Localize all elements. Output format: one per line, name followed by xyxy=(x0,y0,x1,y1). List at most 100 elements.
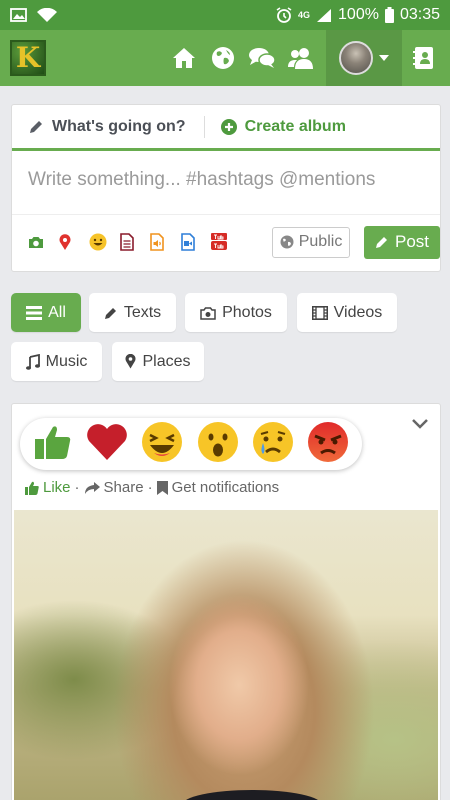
camera-icon xyxy=(29,237,43,248)
youtube-icon xyxy=(211,233,228,250)
notifications-label: Get notifications xyxy=(171,479,280,496)
globe-icon xyxy=(211,47,234,69)
share-button[interactable]: Share xyxy=(84,479,144,496)
like-button[interactable]: Like xyxy=(25,479,71,496)
privacy-label: Public xyxy=(298,233,343,250)
reaction-love[interactable] xyxy=(86,423,128,466)
friends-button[interactable] xyxy=(281,30,320,86)
address-book-icon xyxy=(413,47,433,69)
composer-tabs: What's going on? Create album xyxy=(12,105,440,151)
add-file-button[interactable] xyxy=(119,230,151,254)
thumbs-up-icon xyxy=(25,481,39,495)
privacy-selector[interactable]: Public xyxy=(272,226,351,258)
thumbs-up-icon xyxy=(34,425,70,459)
filter-places-label: Places xyxy=(142,352,191,370)
map-pin-icon xyxy=(126,354,136,369)
photo-detail xyxy=(182,790,322,800)
pencil-icon xyxy=(30,120,42,133)
reaction-sad[interactable] xyxy=(252,421,294,468)
filter-texts-label: Texts xyxy=(123,303,162,321)
pencil-icon xyxy=(375,237,387,248)
map-pin-icon xyxy=(59,233,71,250)
filter-music-label: Music xyxy=(45,352,88,370)
post-options-button[interactable] xyxy=(412,416,428,434)
filter-photos-label: Photos xyxy=(222,303,272,321)
chevron-down-icon xyxy=(412,419,428,429)
camera-icon xyxy=(200,306,216,320)
home-icon xyxy=(172,48,195,68)
laughing-face-icon xyxy=(142,421,183,462)
filter-places[interactable]: Places xyxy=(112,342,204,381)
audio-file-icon xyxy=(150,233,165,251)
main-nav xyxy=(164,30,450,86)
add-feeling-button[interactable] xyxy=(89,230,120,254)
wifi-icon xyxy=(37,7,57,23)
music-note-icon xyxy=(25,353,40,370)
caret-down-icon xyxy=(379,55,389,61)
reaction-wow[interactable] xyxy=(197,421,239,468)
like-label: Like xyxy=(43,479,71,496)
notifications-button[interactable]: Get notifications xyxy=(156,479,280,496)
gallery-notification-icon xyxy=(10,8,27,22)
filter-videos[interactable]: Videos xyxy=(297,293,397,332)
post-photo[interactable] xyxy=(14,510,438,800)
tab-status-label: What's going on? xyxy=(52,117,186,135)
post-composer: What's going on? Create album Write some… xyxy=(11,104,441,272)
post-text-input[interactable]: Write something... #hashtags @mentions xyxy=(12,151,440,215)
reaction-like[interactable] xyxy=(33,422,73,467)
post-actions: Like · Share · Get notifications xyxy=(25,479,279,496)
status-bar: 4G 100% 03:35 xyxy=(0,0,450,30)
angry-face-icon xyxy=(308,421,349,462)
heart-icon xyxy=(87,423,127,460)
add-location-button[interactable] xyxy=(59,230,90,254)
separator: · xyxy=(147,479,153,496)
surprised-face-icon xyxy=(197,421,238,462)
signal-icon xyxy=(316,8,332,23)
reaction-haha[interactable] xyxy=(141,421,183,468)
filter-texts[interactable]: Texts xyxy=(89,293,176,332)
add-youtube-button[interactable] xyxy=(211,230,242,254)
add-photo-button[interactable] xyxy=(28,230,59,254)
plus-circle-icon xyxy=(220,118,237,135)
reaction-angry[interactable] xyxy=(307,421,349,468)
add-audio-button[interactable] xyxy=(150,230,181,254)
share-arrow-icon xyxy=(84,481,100,494)
app-header: K xyxy=(0,30,450,86)
globe-icon xyxy=(280,235,294,249)
app-logo[interactable]: K xyxy=(10,40,46,76)
clock: 03:35 xyxy=(399,6,440,23)
bookmark-icon xyxy=(156,480,168,495)
composer-toolbar: Public Post xyxy=(12,215,440,269)
tab-create-album-label: Create album xyxy=(244,117,346,135)
home-button[interactable] xyxy=(164,30,203,86)
contacts-button[interactable] xyxy=(402,30,446,86)
battery-icon xyxy=(384,7,394,23)
smiley-icon xyxy=(89,233,107,251)
filter-all-label: All xyxy=(48,303,66,321)
film-icon xyxy=(311,305,328,320)
filter-all[interactable]: All xyxy=(11,293,81,332)
video-file-icon xyxy=(181,233,195,251)
network-type-label: 4G xyxy=(298,9,311,20)
explore-button[interactable] xyxy=(203,30,242,86)
separator: · xyxy=(74,479,80,496)
alarm-icon xyxy=(276,7,292,23)
profile-menu-button[interactable] xyxy=(326,30,402,86)
messages-button[interactable] xyxy=(242,30,281,86)
post-card: Like · Share · Get notifications xyxy=(11,403,441,800)
filter-videos-label: Videos xyxy=(333,303,383,321)
users-icon xyxy=(287,48,313,69)
tab-create-album[interactable]: Create album xyxy=(203,115,346,138)
list-icon xyxy=(26,305,43,320)
avatar xyxy=(339,41,373,75)
add-video-button[interactable] xyxy=(181,230,212,254)
post-button-label: Post xyxy=(394,232,430,251)
tab-status[interactable]: What's going on? xyxy=(28,118,186,136)
post-button[interactable]: Post xyxy=(364,225,440,259)
share-label: Share xyxy=(103,479,144,496)
document-icon xyxy=(119,233,134,251)
filter-music[interactable]: Music xyxy=(11,342,102,381)
filter-photos[interactable]: Photos xyxy=(185,293,287,332)
pencil-icon xyxy=(104,307,116,319)
battery-percent: 100% xyxy=(338,6,379,23)
